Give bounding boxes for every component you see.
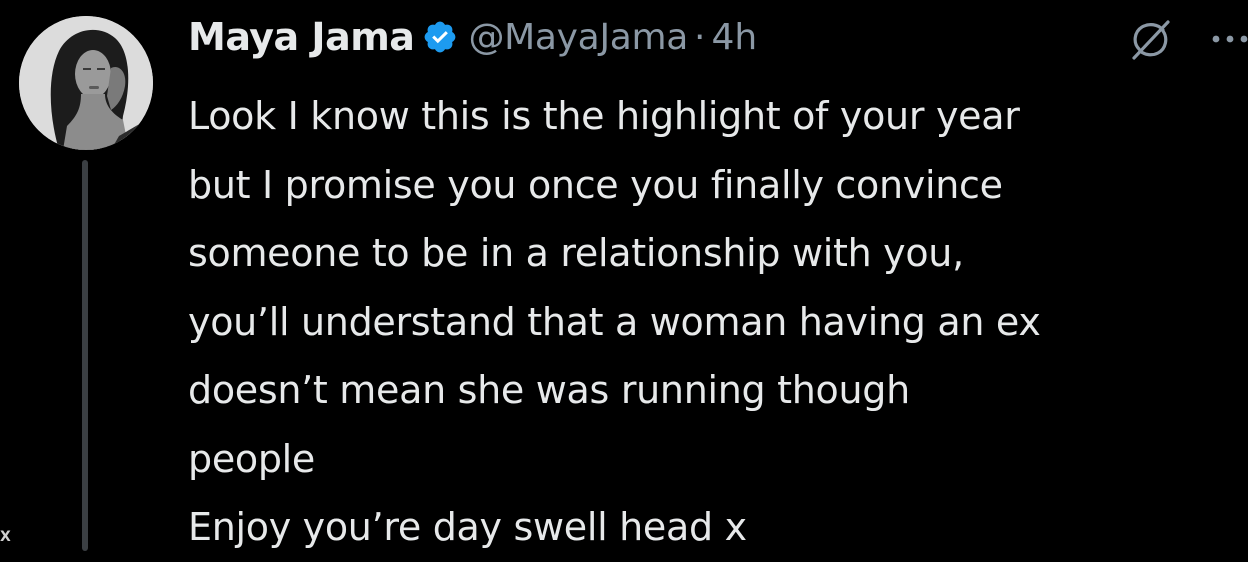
tweet-line: doesn’t mean she was running though [188, 368, 910, 412]
tweet-line: Look I know this is the highlight of you… [188, 94, 1020, 138]
handle[interactable]: @MayaJama [468, 17, 688, 58]
display-name[interactable]: Maya Jama [188, 15, 415, 59]
avatar[interactable] [19, 16, 153, 150]
watermark-text: X [0, 529, 12, 545]
watermark: X [0, 529, 12, 545]
separator-dot: · [694, 16, 706, 58]
tweet-line: you’ll understand that a woman having an… [188, 299, 1041, 344]
timestamp[interactable]: 4h [712, 17, 758, 58]
tweet-line: people [188, 436, 316, 481]
tweet-header: Maya Jama @MayaJama · 4h [188, 10, 757, 64]
more-icon[interactable] [1206, 26, 1248, 52]
grok-icon[interactable] [1128, 18, 1172, 62]
tweet-text: Look I know this is the highlight of you… [188, 82, 1238, 562]
tweet-line: someone to be in a relationship with you… [188, 231, 964, 275]
tweet-line: but I promise you once you finally convi… [188, 162, 1003, 207]
verified-badge-icon[interactable] [422, 19, 458, 55]
thread-line [82, 160, 88, 551]
tweet-line: Enjoy you’re day swell head x [188, 505, 747, 549]
